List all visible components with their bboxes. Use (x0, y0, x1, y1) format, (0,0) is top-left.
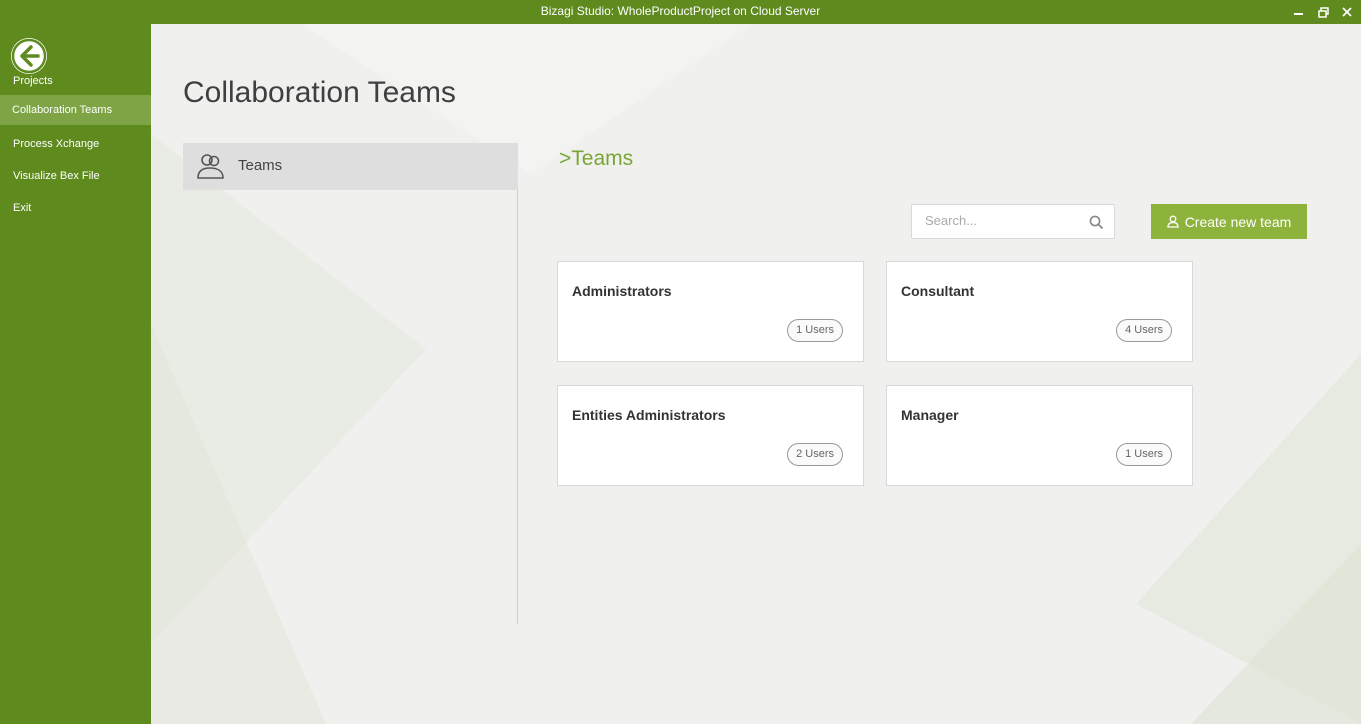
team-name: Administrators (572, 283, 672, 299)
team-card-entities-administrators[interactable]: Entities Administrators 2 Users (557, 385, 864, 486)
user-count-badge: 2 Users (787, 443, 843, 466)
left-menu-item-label: Teams (238, 157, 283, 174)
sidebar-item-projects[interactable]: Projects (0, 66, 151, 96)
sidebar-item-process-xchange[interactable]: Process Xchange (0, 129, 151, 159)
team-name: Consultant (901, 283, 975, 299)
team-name: Entities Administrators (572, 407, 726, 423)
team-icon (196, 151, 226, 186)
user-count-badge: 1 Users (1116, 443, 1172, 466)
page-title: Collaboration Teams (183, 76, 456, 109)
vertical-divider (517, 190, 518, 624)
title-bar: Bizagi Studio: WholeProductProject on Cl… (0, 0, 1361, 24)
team-card-administrators[interactable]: Administrators 1 Users (557, 261, 864, 362)
add-user-icon (1167, 215, 1180, 228)
search-icon[interactable] (1089, 215, 1103, 234)
minimize-icon (1294, 13, 1303, 15)
sidebar-item-exit[interactable]: Exit (0, 193, 151, 223)
sidebar-item-collaboration-teams[interactable]: Collaboration Teams (0, 95, 151, 125)
search-box[interactable] (911, 204, 1115, 239)
team-card-consultant[interactable]: Consultant 4 Users (886, 261, 1193, 362)
left-menu-item-teams[interactable]: Teams (183, 143, 518, 190)
section-title: >Teams (559, 147, 634, 170)
create-new-team-button[interactable]: Create new team (1151, 204, 1307, 239)
sidebar: Projects Collaboration Teams Process Xch… (0, 24, 151, 724)
close-button[interactable] (1332, 0, 1361, 24)
close-icon (1342, 7, 1352, 17)
search-input[interactable] (925, 213, 1085, 228)
restore-icon (1317, 6, 1329, 18)
main-content: Collaboration Teams Teams >Teams Search.… (151, 24, 1361, 724)
sidebar-item-visualize-bex-file[interactable]: Visualize Bex File (0, 161, 151, 191)
team-card-manager[interactable]: Manager 1 Users (886, 385, 1193, 486)
user-count-badge: 1 Users (787, 319, 843, 342)
window-title: Bizagi Studio: WholeProductProject on Cl… (540, 4, 821, 18)
background-decoration (151, 24, 1361, 724)
create-new-team-label: Create new team (1184, 213, 1292, 230)
user-count-badge: 4 Users (1116, 319, 1172, 342)
team-name: Manager (901, 407, 959, 423)
